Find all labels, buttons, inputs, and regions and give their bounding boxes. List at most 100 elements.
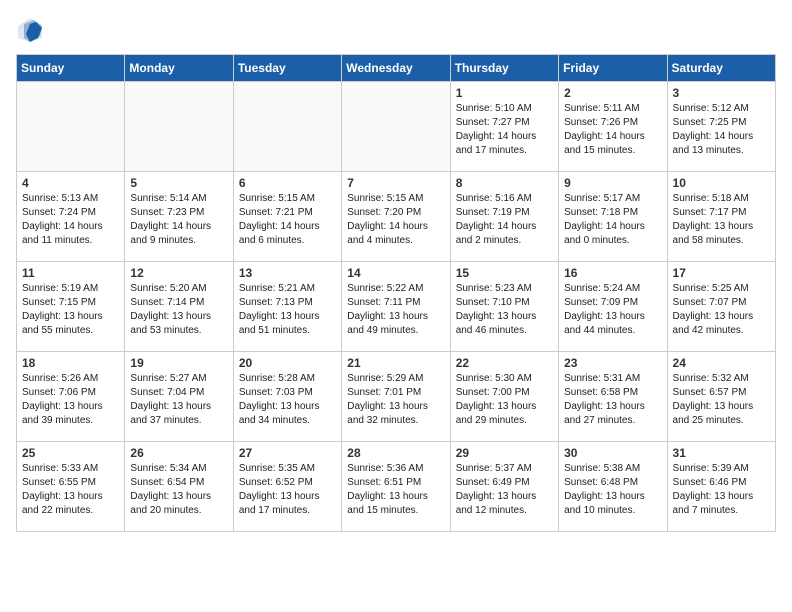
calendar-cell	[125, 82, 233, 172]
calendar-table: SundayMondayTuesdayWednesdayThursdayFrid…	[16, 54, 776, 532]
day-header-tuesday: Tuesday	[233, 55, 341, 82]
day-number: 4	[22, 176, 119, 190]
day-header-wednesday: Wednesday	[342, 55, 450, 82]
calendar-cell: 22Sunrise: 5:30 AM Sunset: 7:00 PM Dayli…	[450, 352, 558, 442]
calendar-cell: 21 Sunrise: 5:29 AM Sunset: 7:01 PM Dayli…	[342, 352, 450, 442]
logo-icon	[16, 16, 44, 44]
day-number: 12	[130, 266, 227, 280]
calendar-cell: 2Sunrise: 5:11 AM Sunset: 7:26 PM Daylig…	[559, 82, 667, 172]
day-info: Sunrise: 5:10 AM Sunset: 7:27 PM Dayligh…	[456, 102, 553, 158]
week-row-4: 18 Sunrise: 5:26 AM Sunset: 7:06 PM Dayli…	[17, 352, 776, 442]
calendar-cell: 18 Sunrise: 5:26 AM Sunset: 7:06 PM Dayli…	[17, 352, 125, 442]
day-number: 15	[456, 266, 553, 280]
day-number: 14	[347, 266, 444, 280]
week-row-3: 11 Sunrise: 5:19 AM Sunset: 7:15 PM Dayli…	[17, 262, 776, 352]
calendar-cell: 7 Sunrise: 5:15 AM Sunset: 7:20 PM Daylig…	[342, 172, 450, 262]
day-info: Sunrise: 5:36 AM Sunset: 6:51 PM Dayligh…	[347, 462, 444, 518]
calendar-cell	[17, 82, 125, 172]
calendar-cell: 24 Sunrise: 5:32 AM Sunset: 6:57 PM Dayli…	[667, 352, 775, 442]
calendar-cell: 23Sunrise: 5:31 AM Sunset: 6:58 PM Dayli…	[559, 352, 667, 442]
calendar-cell: 14 Sunrise: 5:22 AM Sunset: 7:11 PM Dayli…	[342, 262, 450, 352]
calendar-cell: 4 Sunrise: 5:13 AM Sunset: 7:24 PM Daylig…	[17, 172, 125, 262]
day-number: 31	[673, 446, 770, 460]
day-header-saturday: Saturday	[667, 55, 775, 82]
day-info: Sunrise: 5:24 AM Sunset: 7:09 PM Dayligh…	[564, 282, 661, 338]
day-number: 16	[564, 266, 661, 280]
day-number: 1	[456, 86, 553, 100]
day-info: Sunrise: 5:12 AM Sunset: 7:25 PM Dayligh…	[673, 102, 770, 158]
calendar-cell: 30 Sunrise: 5:38 AM Sunset: 6:48 PM Dayli…	[559, 442, 667, 532]
day-info: Sunrise: 5:29 AM Sunset: 7:01 PM Dayligh…	[347, 372, 444, 428]
calendar-cell: 31 Sunrise: 5:39 AM Sunset: 6:46 PM Dayli…	[667, 442, 775, 532]
day-info: Sunrise: 5:16 AM Sunset: 7:19 PM Dayligh…	[456, 192, 553, 248]
calendar-cell: 9 Sunrise: 5:17 AM Sunset: 7:18 PM Daylig…	[559, 172, 667, 262]
day-info: Sunrise: 5:25 AM Sunset: 7:07 PM Dayligh…	[673, 282, 770, 338]
calendar-cell: 28 Sunrise: 5:36 AM Sunset: 6:51 PM Dayli…	[342, 442, 450, 532]
calendar-cell: 8 Sunrise: 5:16 AM Sunset: 7:19 PM Daylig…	[450, 172, 558, 262]
day-number: 18	[22, 356, 119, 370]
calendar-cell: 1 Sunrise: 5:10 AM Sunset: 7:27 PM Daylig…	[450, 82, 558, 172]
day-number: 24	[673, 356, 770, 370]
day-number: 3	[673, 86, 770, 100]
day-info: Sunrise: 5:15 AM Sunset: 7:21 PM Dayligh…	[239, 192, 336, 248]
calendar-cell: 12 Sunrise: 5:20 AM Sunset: 7:14 PM Dayli…	[125, 262, 233, 352]
day-info: Sunrise: 5:37 AM Sunset: 6:49 PM Dayligh…	[456, 462, 553, 518]
calendar-cell: 27Sunrise: 5:35 AM Sunset: 6:52 PM Dayli…	[233, 442, 341, 532]
week-row-1: 1 Sunrise: 5:10 AM Sunset: 7:27 PM Daylig…	[17, 82, 776, 172]
day-info: Sunrise: 5:28 AM Sunset: 7:03 PM Dayligh…	[239, 372, 336, 428]
calendar-cell: 16 Sunrise: 5:24 AM Sunset: 7:09 PM Dayli…	[559, 262, 667, 352]
day-info: Sunrise: 5:11 AM Sunset: 7:26 PM Dayligh…	[564, 102, 661, 158]
calendar-cell: 17 Sunrise: 5:25 AM Sunset: 7:07 PM Dayli…	[667, 262, 775, 352]
calendar-cell: 5 Sunrise: 5:14 AM Sunset: 7:23 PM Daylig…	[125, 172, 233, 262]
week-row-2: 4 Sunrise: 5:13 AM Sunset: 7:24 PM Daylig…	[17, 172, 776, 262]
calendar-cell: 6 Sunrise: 5:15 AM Sunset: 7:21 PM Daylig…	[233, 172, 341, 262]
day-info: Sunrise: 5:22 AM Sunset: 7:11 PM Dayligh…	[347, 282, 444, 338]
day-number: 17	[673, 266, 770, 280]
day-info: Sunrise: 5:33 AM Sunset: 6:55 PM Dayligh…	[22, 462, 119, 518]
day-number: 30	[564, 446, 661, 460]
day-info: Sunrise: 5:15 AM Sunset: 7:20 PM Dayligh…	[347, 192, 444, 248]
page-header	[16, 16, 776, 44]
calendar-cell: 20 Sunrise: 5:28 AM Sunset: 7:03 PM Dayli…	[233, 352, 341, 442]
day-number: 26	[130, 446, 227, 460]
calendar-cell: 29Sunrise: 5:37 AM Sunset: 6:49 PM Dayli…	[450, 442, 558, 532]
day-info: Sunrise: 5:26 AM Sunset: 7:06 PM Dayligh…	[22, 372, 119, 428]
calendar-cell	[233, 82, 341, 172]
calendar-cell: 19 Sunrise: 5:27 AM Sunset: 7:04 PM Dayli…	[125, 352, 233, 442]
day-number: 21	[347, 356, 444, 370]
day-number: 11	[22, 266, 119, 280]
day-number: 7	[347, 176, 444, 190]
day-header-thursday: Thursday	[450, 55, 558, 82]
day-info: Sunrise: 5:27 AM Sunset: 7:04 PM Dayligh…	[130, 372, 227, 428]
day-info: Sunrise: 5:38 AM Sunset: 6:48 PM Dayligh…	[564, 462, 661, 518]
day-info: Sunrise: 5:19 AM Sunset: 7:15 PM Dayligh…	[22, 282, 119, 338]
day-info: Sunrise: 5:20 AM Sunset: 7:14 PM Dayligh…	[130, 282, 227, 338]
day-info: Sunrise: 5:13 AM Sunset: 7:24 PM Dayligh…	[22, 192, 119, 248]
day-info: Sunrise: 5:18 AM Sunset: 7:17 PM Dayligh…	[673, 192, 770, 248]
calendar-cell: 25 Sunrise: 5:33 AM Sunset: 6:55 PM Dayli…	[17, 442, 125, 532]
day-info: Sunrise: 5:23 AM Sunset: 7:10 PM Dayligh…	[456, 282, 553, 338]
calendar-cell: 26 Sunrise: 5:34 AM Sunset: 6:54 PM Dayli…	[125, 442, 233, 532]
day-number: 6	[239, 176, 336, 190]
day-number: 8	[456, 176, 553, 190]
day-header-friday: Friday	[559, 55, 667, 82]
day-info: Sunrise: 5:21 AM Sunset: 7:13 PM Dayligh…	[239, 282, 336, 338]
day-number: 5	[130, 176, 227, 190]
day-info: Sunrise: 5:14 AM Sunset: 7:23 PM Dayligh…	[130, 192, 227, 248]
day-header-monday: Monday	[125, 55, 233, 82]
day-number: 25	[22, 446, 119, 460]
day-number: 20	[239, 356, 336, 370]
day-number: 28	[347, 446, 444, 460]
day-info: Sunrise: 5:34 AM Sunset: 6:54 PM Dayligh…	[130, 462, 227, 518]
day-info: Sunrise: 5:17 AM Sunset: 7:18 PM Dayligh…	[564, 192, 661, 248]
day-info: Sunrise: 5:32 AM Sunset: 6:57 PM Dayligh…	[673, 372, 770, 428]
days-header-row: SundayMondayTuesdayWednesdayThursdayFrid…	[17, 55, 776, 82]
day-info: Sunrise: 5:31 AM Sunset: 6:58 PM Dayligh…	[564, 372, 661, 428]
week-row-5: 25 Sunrise: 5:33 AM Sunset: 6:55 PM Dayli…	[17, 442, 776, 532]
day-number: 19	[130, 356, 227, 370]
day-number: 22	[456, 356, 553, 370]
day-number: 9	[564, 176, 661, 190]
day-number: 10	[673, 176, 770, 190]
day-info: Sunrise: 5:35 AM Sunset: 6:52 PM Dayligh…	[239, 462, 336, 518]
day-info: Sunrise: 5:39 AM Sunset: 6:46 PM Dayligh…	[673, 462, 770, 518]
